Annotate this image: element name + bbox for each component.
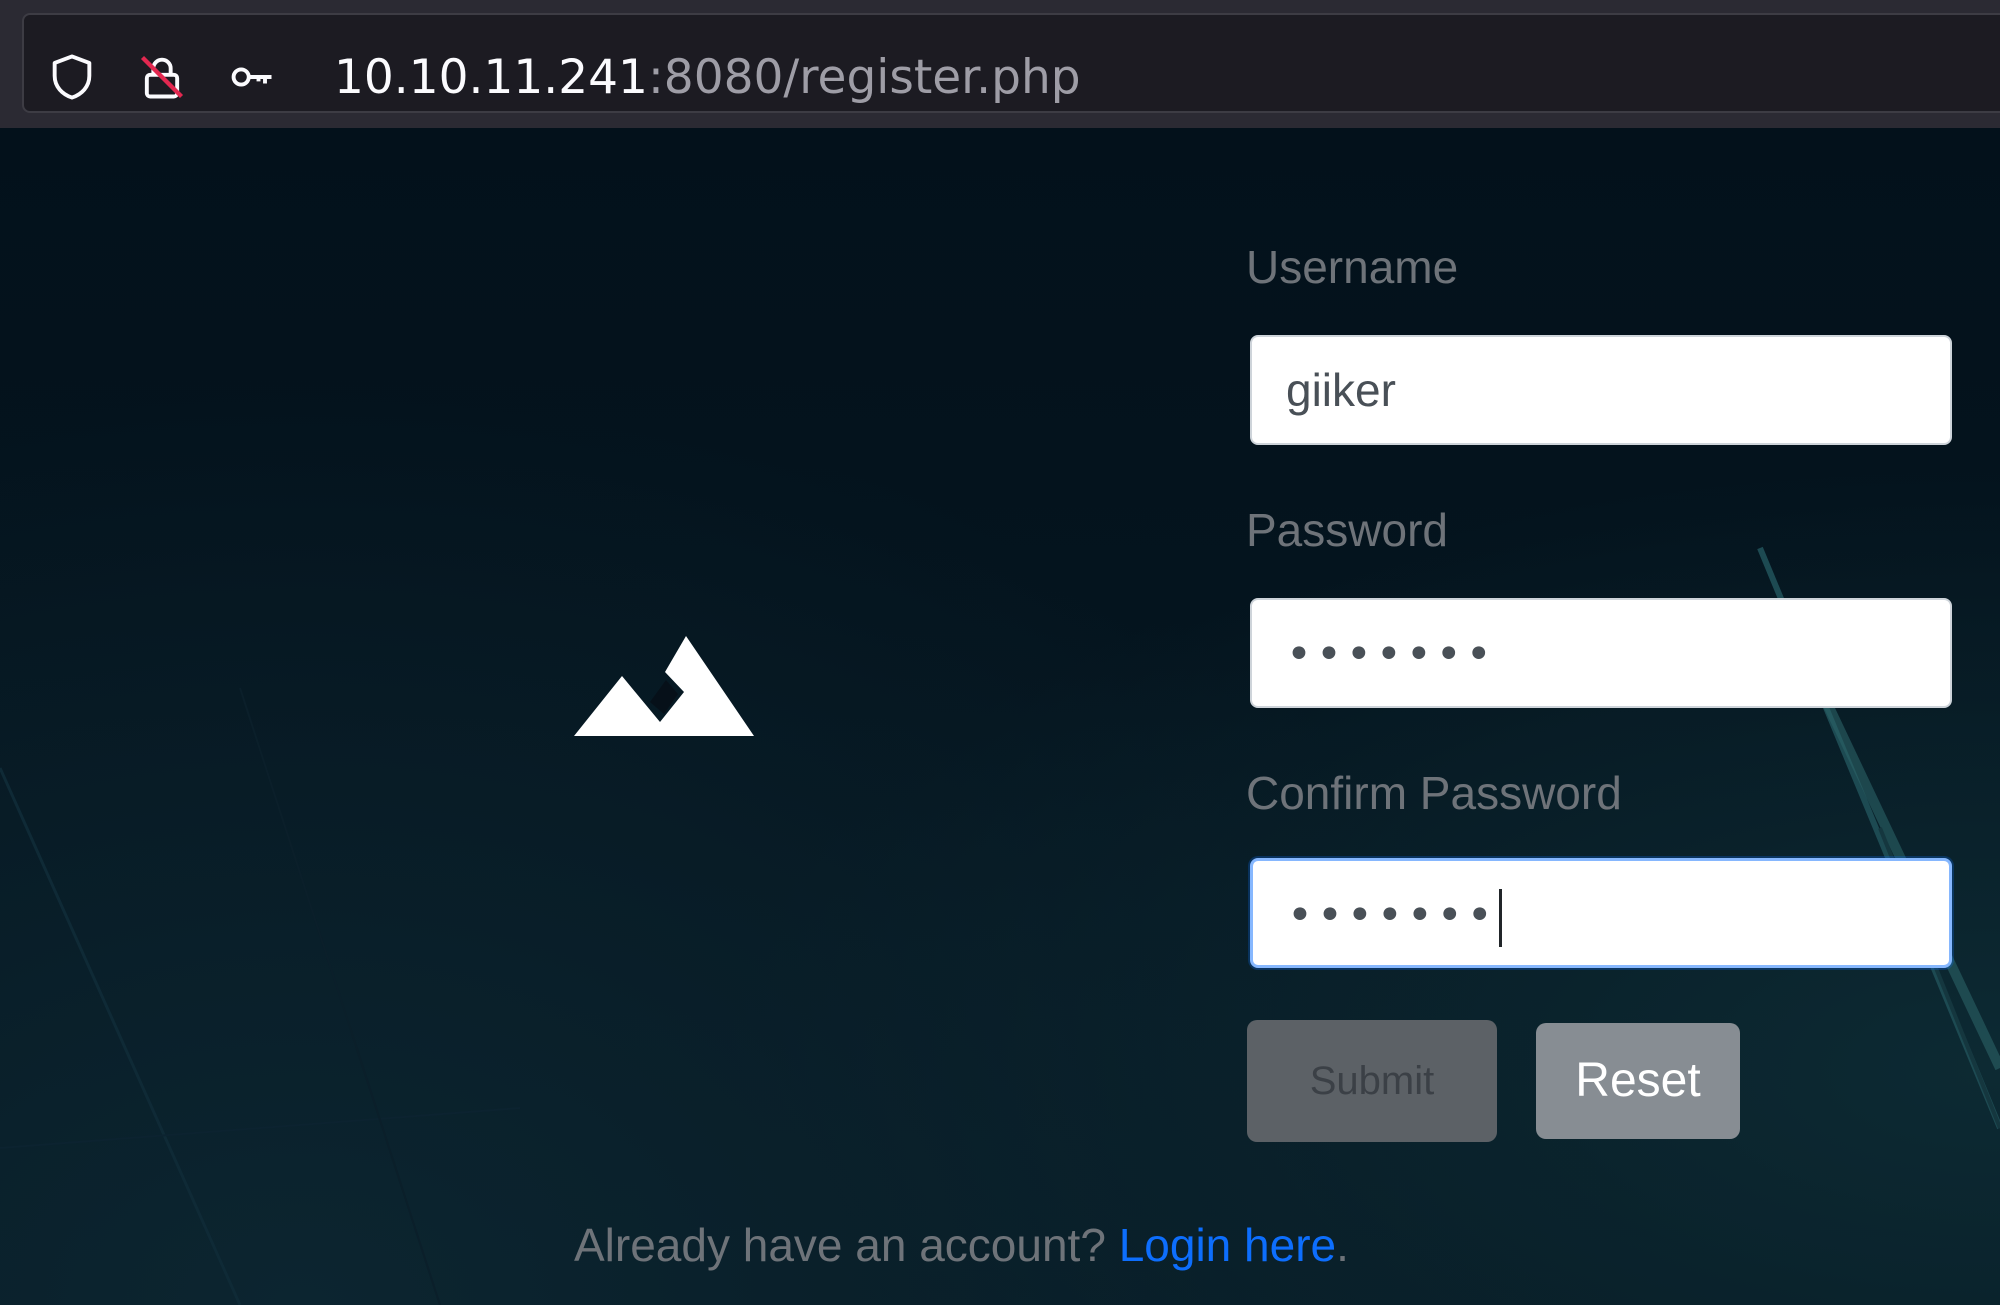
confirm-password-input[interactable]: ••••••• [1250,858,1952,968]
text-caret [1498,888,1502,947]
username-input[interactable]: giiker [1250,335,1952,445]
url-host: 10.10.11.241 [334,50,648,105]
password-value: ••••••• [1286,629,1496,680]
insecure-lock-icon[interactable] [136,51,188,103]
url-path: :8080/register.php [647,50,1081,105]
login-link[interactable]: Login here [1119,1219,1336,1271]
login-prompt: Already have an account? Login here. [574,1218,1349,1272]
shield-icon[interactable] [46,51,98,103]
submit-button[interactable]: Submit [1247,1020,1497,1142]
password-label: Password [1246,504,1448,556]
url-bar[interactable]: 10.10.11.241:8080/register.php [22,13,2000,113]
username-value: giiker [1286,364,1396,416]
password-input[interactable]: ••••••• [1250,598,1952,708]
reset-button[interactable]: Reset [1536,1023,1740,1139]
username-label: Username [1246,241,1459,293]
login-prompt-text: Already have an account? [574,1219,1119,1271]
confirm-password-value: ••••••• [1287,890,1497,941]
mountain-logo-icon [574,636,754,736]
browser-toolbar: 10.10.11.241:8080/register.php [0,0,2000,128]
login-prompt-suffix: . [1336,1219,1349,1271]
key-icon[interactable] [226,51,278,103]
confirm-password-label: Confirm Password [1246,767,1622,819]
url-text[interactable]: 10.10.11.241:8080/register.php [334,48,1081,108]
page-content: Username giiker Password ••••••• Confirm… [0,128,2000,1305]
